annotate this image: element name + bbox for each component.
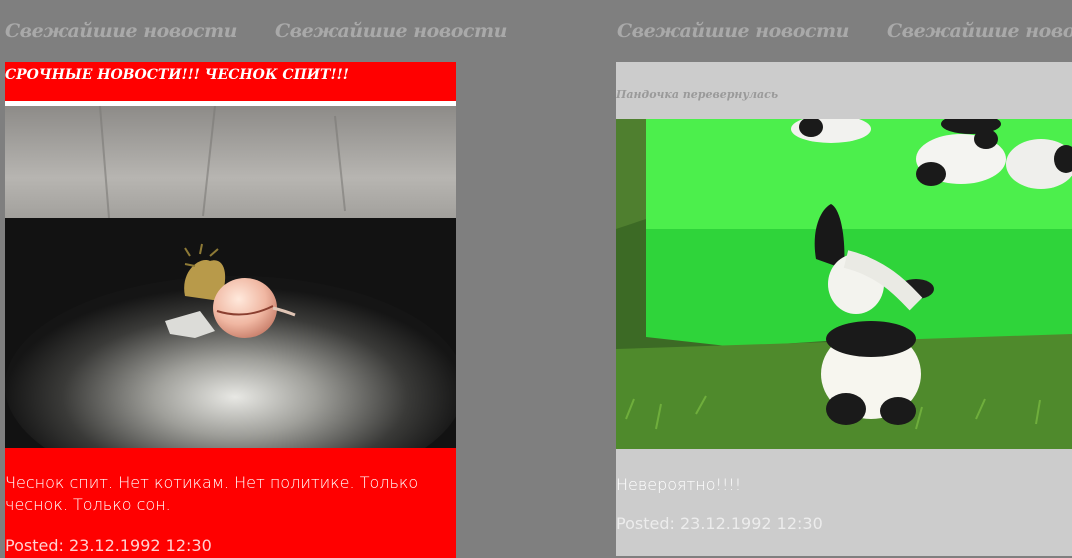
section-heading: Свежайшие новости — [887, 20, 1072, 42]
garlic-photo — [5, 106, 456, 448]
news-card-title: СРОЧНЫЕ НОВОСТИ!!! ЧЕСНОК СПИТ!!! — [5, 67, 349, 83]
news-card: Пандочка перевернулась Невероятно!!!! Po… — [616, 62, 1072, 556]
news-card-body: Невероятно!!!! — [616, 475, 742, 494]
news-card-title: Пандочка перевернулась — [616, 88, 779, 101]
news-card-body: Чеснок спит. Нет котикам. Нет политике. … — [5, 473, 419, 514]
section-heading: Свежайшие новости — [275, 20, 507, 42]
section-heading: Свежайшие новости — [617, 20, 849, 42]
section-heading: Свежайшие новости — [5, 20, 237, 42]
news-card: СРОЧНЫЕ НОВОСТИ!!! ЧЕСНОК СПИТ!!! Чеснок… — [5, 62, 456, 558]
post-timestamp: Posted: 23.12.1992 12:30 — [616, 514, 823, 533]
post-timestamp: Posted: 23.12.1992 12:30 — [5, 536, 212, 555]
panda-photo — [616, 119, 1072, 449]
